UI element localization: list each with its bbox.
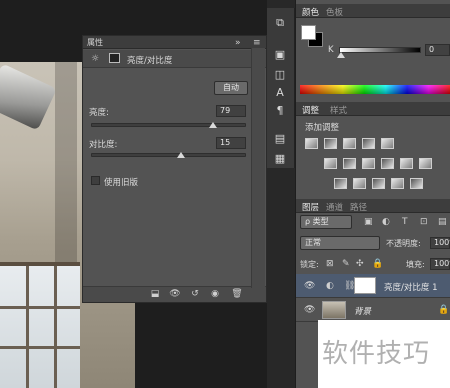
hue-saturation-icon[interactable] bbox=[324, 158, 337, 169]
color-lookup-icon[interactable] bbox=[419, 158, 432, 169]
filter-adjust-icon[interactable]: ◐ bbox=[382, 217, 390, 227]
gradient-map-icon[interactable] bbox=[391, 178, 404, 189]
filter-shape-icon[interactable]: ⊡ bbox=[420, 217, 428, 227]
brightness-label: 亮度: bbox=[89, 108, 109, 118]
fill-field[interactable]: 100% bbox=[430, 258, 450, 270]
curves-icon[interactable] bbox=[343, 138, 356, 149]
window-image bbox=[0, 262, 80, 388]
tab-channels[interactable]: 通道 bbox=[326, 201, 343, 213]
lock-paint-icon[interactable]: ✎ bbox=[342, 259, 350, 269]
foreground-color-swatch[interactable] bbox=[301, 25, 316, 40]
vibrance-icon[interactable] bbox=[381, 138, 394, 149]
contrast-slider[interactable] bbox=[91, 153, 246, 157]
selective-color-icon[interactable] bbox=[410, 178, 423, 189]
lock-move-icon[interactable]: ✣ bbox=[356, 259, 364, 269]
lock-all-icon[interactable]: 🔒 bbox=[372, 259, 383, 269]
panel-menu-icon[interactable]: ≡ bbox=[253, 38, 261, 48]
photo-filter-icon[interactable] bbox=[381, 158, 394, 169]
properties-scrollbar[interactable] bbox=[251, 48, 265, 288]
icon-dock: ⧉ ▣ ◫ A ¶ ▤ ▦ bbox=[267, 8, 295, 168]
ceiling-lamp-image bbox=[0, 63, 57, 131]
k-slider-thumb[interactable] bbox=[337, 52, 345, 58]
adjustment-header: ☼ 亮度/对比度 bbox=[83, 50, 266, 68]
legacy-label: 使用旧版 bbox=[104, 178, 139, 188]
fill-label: 填充: bbox=[406, 260, 425, 269]
layers-tabbar: 图层 通道 路径 bbox=[296, 199, 450, 213]
channel-mixer-icon[interactable] bbox=[400, 158, 413, 169]
background-lock-icon: 🔒 bbox=[438, 305, 450, 315]
notes-icon[interactable]: ▦ bbox=[271, 152, 289, 166]
view-previous-icon[interactable]: 👁 bbox=[169, 289, 181, 300]
properties-panel: 属性 » ≡ ☼ 亮度/对比度 自动 亮度: 79 对比度: 15 使用旧版 ⬓… bbox=[82, 35, 267, 303]
collapse-icon[interactable]: » bbox=[235, 38, 241, 48]
tab-color[interactable]: 颜色 bbox=[302, 6, 319, 18]
delete-icon[interactable]: 🗑 bbox=[231, 289, 243, 300]
color-spectrum[interactable] bbox=[300, 85, 450, 94]
adjustment-layer-icon: ◐ bbox=[326, 281, 334, 291]
color-balance-icon[interactable] bbox=[343, 158, 356, 169]
character-icon[interactable]: A bbox=[271, 86, 289, 100]
filter-pixel-icon[interactable]: ▣ bbox=[364, 217, 373, 227]
tab-swatches[interactable]: 色板 bbox=[326, 6, 343, 18]
layer-name-brightness[interactable]: 亮度/对比度 1 bbox=[384, 281, 437, 293]
visibility-icon[interactable]: ◉ bbox=[209, 289, 221, 300]
properties-dock-icon[interactable]: ▣ bbox=[271, 48, 289, 62]
layer-comps-icon[interactable]: ▤ bbox=[271, 132, 289, 146]
layer-row-background[interactable]: 👁 背景 🔒 bbox=[296, 298, 450, 322]
tab-adjustments[interactable]: 调整 bbox=[302, 104, 319, 116]
watermark-text: 软件技巧 bbox=[322, 339, 431, 369]
adjustments-heading: 添加调整 bbox=[305, 123, 340, 133]
invert-icon[interactable] bbox=[334, 178, 347, 189]
posterize-icon[interactable] bbox=[353, 178, 366, 189]
properties-titlebar: 属性 » ≡ bbox=[83, 36, 266, 49]
properties-footer: ⬓ 👁 ↺ ◉ 🗑 bbox=[83, 286, 266, 302]
levels-icon[interactable] bbox=[324, 138, 337, 149]
tab-properties[interactable]: 属性 bbox=[87, 37, 103, 48]
tab-layers[interactable]: 图层 bbox=[302, 201, 319, 213]
legacy-checkbox[interactable] bbox=[91, 176, 100, 185]
opacity-label: 不透明度: bbox=[386, 239, 421, 248]
lock-transparent-icon[interactable]: ⊠ bbox=[326, 259, 334, 269]
visibility-eye-icon[interactable]: 👁 bbox=[304, 281, 315, 291]
lock-label: 锁定: bbox=[300, 260, 319, 269]
layer-mask-thumbnail[interactable] bbox=[354, 277, 376, 294]
brightness-field[interactable]: 79 bbox=[216, 105, 246, 117]
tab-styles[interactable]: 样式 bbox=[330, 104, 347, 116]
contrast-field[interactable]: 15 bbox=[216, 137, 246, 149]
exposure-icon[interactable] bbox=[362, 138, 375, 149]
brightness-slider[interactable] bbox=[91, 123, 246, 127]
brightness-icon: ☼ bbox=[91, 54, 100, 64]
k-slider[interactable] bbox=[339, 47, 421, 53]
clip-to-layer-icon[interactable]: ⬓ bbox=[149, 289, 161, 300]
filter-type-icon[interactable]: T bbox=[402, 217, 408, 227]
k-value-field[interactable]: 0 bbox=[425, 44, 450, 56]
layer-filter-dropdown[interactable]: ρ 类型 bbox=[300, 215, 352, 229]
background-thumbnail bbox=[322, 301, 346, 319]
contrast-slider-thumb[interactable] bbox=[176, 152, 185, 158]
adjustment-name: 亮度/对比度 bbox=[127, 56, 173, 66]
reset-icon[interactable]: ↺ bbox=[189, 289, 201, 300]
visibility-eye-icon[interactable]: 👁 bbox=[304, 305, 315, 315]
threshold-icon[interactable] bbox=[372, 178, 385, 189]
info-icon[interactable]: ◫ bbox=[271, 68, 289, 82]
black-white-icon[interactable] bbox=[362, 158, 375, 169]
blend-mode-dropdown[interactable]: 正常 bbox=[300, 236, 380, 250]
adjustments-tabbar: 调整 样式 bbox=[296, 102, 450, 116]
mask-icon[interactable] bbox=[109, 53, 120, 63]
opacity-field[interactable]: 100% bbox=[430, 237, 450, 249]
tab-paths[interactable]: 路径 bbox=[350, 201, 367, 213]
layer-row-brightness[interactable]: 👁 ◐ ⛓ 亮度/对比度 1 bbox=[296, 274, 450, 298]
layer-name-background[interactable]: 背景 bbox=[354, 305, 371, 317]
history-icon[interactable]: ⧉ bbox=[271, 16, 289, 30]
color-tabbar: 颜色 色板 bbox=[296, 4, 450, 18]
filter-smart-icon[interactable]: ▤ bbox=[438, 217, 447, 227]
paragraph-icon[interactable]: ¶ bbox=[271, 104, 289, 118]
contrast-label: 对比度: bbox=[89, 140, 118, 150]
brightness-slider-thumb[interactable] bbox=[209, 122, 218, 128]
k-label: K bbox=[328, 45, 334, 55]
brightness-adjust-icon[interactable] bbox=[305, 138, 318, 149]
auto-button[interactable]: 自动 bbox=[214, 81, 248, 95]
